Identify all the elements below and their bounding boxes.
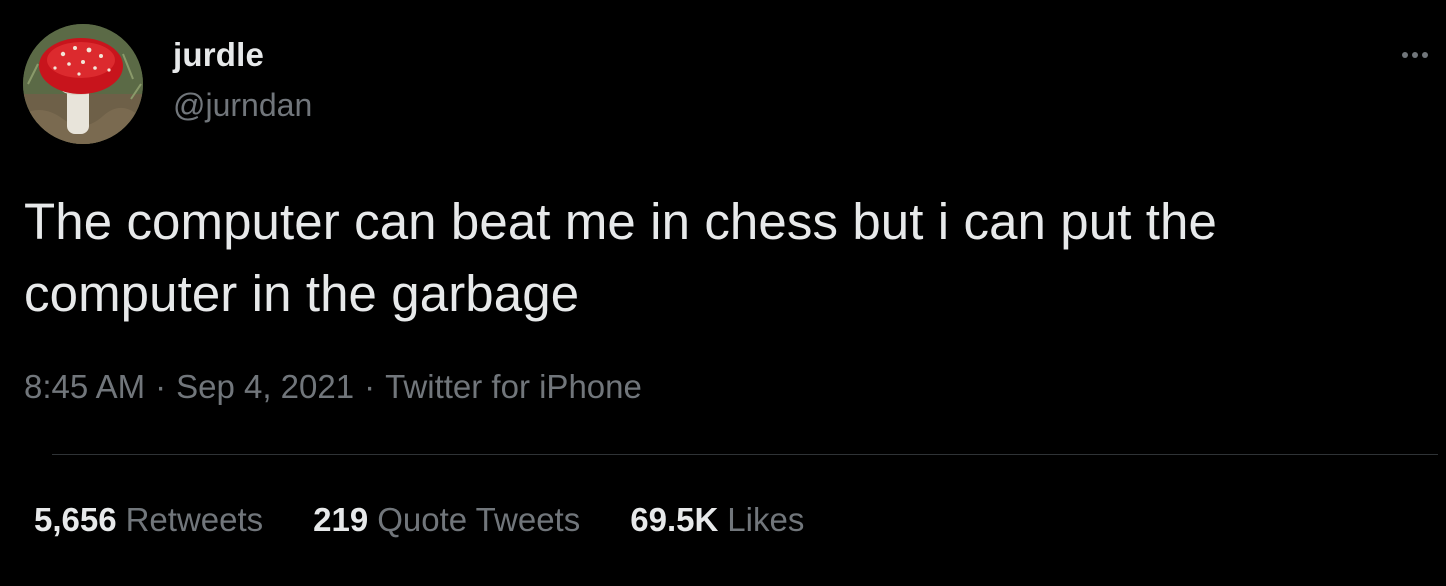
- tweet-stats: 5,656 Retweets 219 Quote Tweets 69.5K Likes: [34, 501, 854, 539]
- author-handle[interactable]: @jurndan: [173, 87, 312, 124]
- meta-separator: ·: [155, 368, 167, 405]
- quote-tweets-count: 219: [313, 501, 369, 538]
- more-horizontal-icon: [1402, 52, 1408, 58]
- mushroom-avatar-image: [23, 24, 143, 144]
- tweet-date[interactable]: Sep 4, 2021: [176, 368, 354, 405]
- tweet-source[interactable]: Twitter for iPhone: [385, 368, 642, 405]
- divider: [52, 454, 1438, 455]
- author-display-name[interactable]: jurdle: [173, 36, 264, 74]
- more-horizontal-icon-dot: [1412, 52, 1418, 58]
- tweet-text: The computer can beat me in chess but i …: [24, 193, 1217, 322]
- tweet-time[interactable]: 8:45 AM: [24, 368, 145, 405]
- retweets-stat[interactable]: 5,656 Retweets: [34, 501, 263, 539]
- more-horizontal-icon-dot: [1422, 52, 1428, 58]
- quote-tweets-stat[interactable]: 219 Quote Tweets: [313, 501, 580, 539]
- likes-label: Likes: [727, 501, 805, 538]
- quote-tweets-label: Quote Tweets: [377, 501, 581, 538]
- likes-count: 69.5K: [630, 501, 719, 538]
- more-options-button[interactable]: [1393, 40, 1437, 70]
- tweet-metadata: 8:45 AM · Sep 4, 2021 · Twitter for iPhone: [24, 368, 642, 406]
- tweet-container: jurdle @jurndan The computer can beat me…: [0, 0, 1446, 586]
- meta-separator: ·: [364, 368, 376, 405]
- likes-stat[interactable]: 69.5K Likes: [630, 501, 804, 539]
- avatar[interactable]: [23, 24, 143, 144]
- retweets-count: 5,656: [34, 501, 117, 538]
- retweets-label: Retweets: [125, 501, 264, 538]
